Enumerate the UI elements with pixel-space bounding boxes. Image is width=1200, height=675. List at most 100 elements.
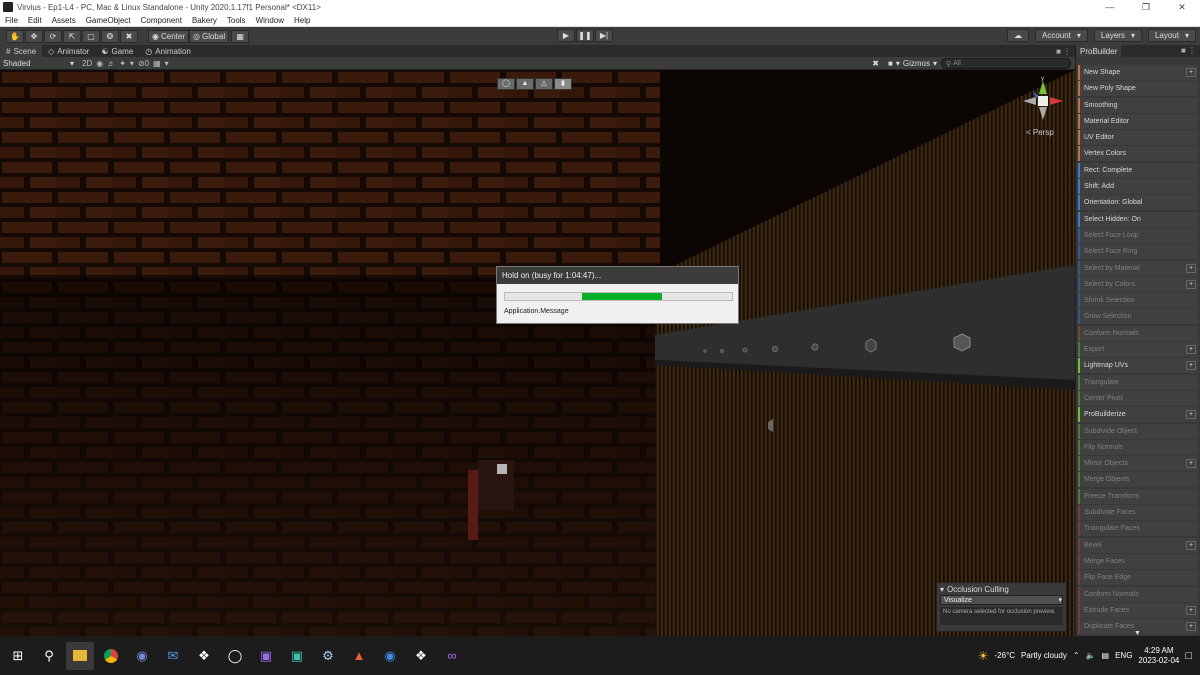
probuilder-tool-item[interactable]: Bevel + <box>1078 537 1198 553</box>
windows-start-icon[interactable]: ⊞ <box>4 642 32 670</box>
shading-mode-dropdown[interactable]: Shaded ▾ <box>0 58 74 69</box>
probuilder-tool-item[interactable]: Select Face Loop <box>1078 227 1198 243</box>
projection-label[interactable]: < Persp <box>1026 128 1054 137</box>
volume-icon[interactable]: 🔈 <box>1086 651 1096 660</box>
probuilder-tool-item[interactable]: New Poly Shape <box>1078 81 1198 97</box>
github-icon[interactable]: ◯ <box>221 642 249 670</box>
tool-options-plus-icon[interactable]: + <box>1186 540 1196 550</box>
probuilder-tool-item[interactable]: ProBuilderize + <box>1078 407 1198 423</box>
tool-options-plus-icon[interactable]: + <box>1186 410 1196 420</box>
transform-tool-icon[interactable]: ❂ <box>101 29 119 43</box>
orientation-gizmo[interactable]: y <box>1018 76 1068 136</box>
photo-app-icon[interactable]: ▣ <box>283 642 311 670</box>
cloud-icon[interactable]: ☁ <box>1007 29 1029 42</box>
search-icon[interactable]: ⚲ <box>35 642 63 670</box>
vertex-mode-icon[interactable]: ▲ <box>516 78 534 90</box>
probuilder-tool-item[interactable]: Shrink Selection <box>1078 293 1198 309</box>
face-mode-icon[interactable]: ▮ <box>554 78 572 90</box>
mode-2d-toggle[interactable]: 2D <box>82 59 92 68</box>
rider-icon[interactable]: ▣ <box>252 642 280 670</box>
file-explorer-icon[interactable] <box>66 641 94 670</box>
show-hidden-icons-icon[interactable]: ⌃ <box>1073 651 1080 660</box>
probuilder-tool-item[interactable]: UV Editor <box>1078 130 1198 146</box>
probuilder-tool-item[interactable]: Conform Normals <box>1078 325 1198 341</box>
probuilder-tool-item[interactable]: Smoothing <box>1078 97 1198 113</box>
probuilder-tool-item[interactable]: Extrude Faces + <box>1078 602 1198 618</box>
lock-icon[interactable]: ■ ⋮ <box>1181 46 1196 55</box>
chrome-icon[interactable] <box>97 642 125 670</box>
discord-icon[interactable]: ◉ <box>128 642 156 670</box>
probuilder-tool-item[interactable]: Material Editor <box>1078 113 1198 129</box>
probuilder-tool-item[interactable]: Subdivide Faces <box>1078 505 1198 521</box>
tool-options-plus-icon[interactable]: + <box>1186 459 1196 469</box>
probuilder-tool-item[interactable]: Mirror Objects + <box>1078 456 1198 472</box>
rotate-tool-icon[interactable]: ⟳ <box>44 29 62 43</box>
menu-assets[interactable]: Assets <box>47 16 81 25</box>
network-icon[interactable]: ▤ <box>1102 651 1110 660</box>
probuilder-tool-item[interactable]: Select Face Ring <box>1078 244 1198 260</box>
probuilder-tool-item[interactable]: Lightmap UVs + <box>1078 358 1198 374</box>
pause-button[interactable]: ❚❚ <box>576 29 594 42</box>
probuilder-tool-item[interactable]: Freeze Transform <box>1078 488 1198 504</box>
account-dropdown[interactable]: Account ▾ <box>1035 29 1088 42</box>
rect-tool-icon[interactable]: ▢ <box>82 29 100 43</box>
probuilder-tool-item[interactable]: Merge Faces <box>1078 553 1198 569</box>
edge-icon[interactable]: ◉ <box>376 642 404 670</box>
pivot-global-button[interactable]: ◎ Global <box>189 29 230 43</box>
close-icon[interactable]: ✕ <box>1164 0 1200 14</box>
notifications-icon[interactable]: □ <box>1185 650 1192 662</box>
effects-icon[interactable]: ✦ <box>119 59 126 68</box>
minimize-icon[interactable]: — <box>1092 0 1128 14</box>
menu-edit[interactable]: Edit <box>23 16 47 25</box>
tab-scene[interactable]: # Scene <box>0 45 43 57</box>
menu-window[interactable]: Window <box>251 16 289 25</box>
probuilder-tool-item[interactable]: Merge Objects <box>1078 472 1198 488</box>
camera-icon[interactable]: ■ <box>888 59 893 68</box>
chevron-down-icon[interactable]: ▾ <box>933 59 937 68</box>
occlusion-header[interactable]: ▾ Occlusion Culling <box>937 583 1066 595</box>
grid-icon[interactable]: ▦ <box>153 59 161 68</box>
probuilder-tool-item[interactable]: Rect: Complete <box>1078 162 1198 178</box>
scene-search-input[interactable]: ⚲ All <box>941 58 1071 69</box>
visual-studio-icon[interactable]: ∞ <box>438 642 466 670</box>
probuilder-tool-item[interactable]: Vertex Colors <box>1078 146 1198 162</box>
probuilder-tool-item[interactable]: Subdivide Object <box>1078 423 1198 439</box>
step-button[interactable]: ▶| <box>595 29 613 42</box>
occlusion-mode-dropdown[interactable]: Visualize ▾ <box>940 595 1063 605</box>
hidden-objects-icon[interactable]: ⊘ <box>138 59 145 68</box>
audio-icon[interactable]: ♬ <box>107 59 115 68</box>
probuilder-tool-item[interactable]: Grow Selection <box>1078 309 1198 325</box>
menu-component[interactable]: Component <box>136 16 187 25</box>
lock-icon[interactable]: ■ <box>1056 47 1061 56</box>
unity-editor-icon[interactable]: ❖ <box>407 642 435 670</box>
menu-bakery[interactable]: Bakery <box>187 16 222 25</box>
menu-gameobject[interactable]: GameObject <box>81 16 136 25</box>
probuilder-tool-item[interactable]: Triangulate Faces <box>1078 521 1198 537</box>
gizmos-dropdown[interactable]: Gizmos <box>903 59 930 68</box>
layers-dropdown[interactable]: Layers ▾ <box>1093 29 1142 42</box>
layout-dropdown[interactable]: Layout ▾ <box>1147 29 1196 42</box>
tool-options-plus-icon[interactable]: + <box>1186 68 1196 77</box>
tool-options-plus-icon[interactable]: + <box>1186 605 1196 615</box>
brave-icon[interactable]: ▲ <box>345 642 373 670</box>
pivot-center-button[interactable]: ◉ Center <box>148 29 189 43</box>
tab-animator[interactable]: ◇ Animator <box>42 45 95 57</box>
menu-file[interactable]: File <box>0 16 23 25</box>
language-indicator[interactable]: ENG <box>1115 651 1132 660</box>
menu-tools[interactable]: Tools <box>222 16 251 25</box>
hand-tool-icon[interactable]: ✋ <box>6 29 24 43</box>
probuilder-tool-item[interactable]: Flip Face Edge <box>1078 570 1198 586</box>
probuilder-tool-item[interactable]: Shift: Add <box>1078 179 1198 195</box>
move-tool-icon[interactable]: ✥ <box>25 29 43 43</box>
play-button[interactable]: ▶ <box>557 29 575 42</box>
lighting-icon[interactable]: ◉ <box>96 59 103 68</box>
probuilder-tool-item[interactable]: Flip Normals <box>1078 439 1198 455</box>
probuilder-tool-item[interactable]: Select Hidden: On <box>1078 211 1198 227</box>
object-mode-icon[interactable]: ◯ <box>497 78 515 90</box>
grid-dropdown-icon[interactable]: ▾ <box>165 59 169 68</box>
effects-dropdown-icon[interactable]: ▾ <box>130 59 134 68</box>
scene-viewport[interactable]: ◯ ▲ △ ▮ y < Persp Hold on (busy for 1:04… <box>0 70 1075 636</box>
weather-icon[interactable]: ☀ <box>978 649 989 663</box>
probuilder-tool-item[interactable]: Orientation: Global <box>1078 195 1198 211</box>
tool-options-plus-icon[interactable]: + <box>1186 361 1196 371</box>
